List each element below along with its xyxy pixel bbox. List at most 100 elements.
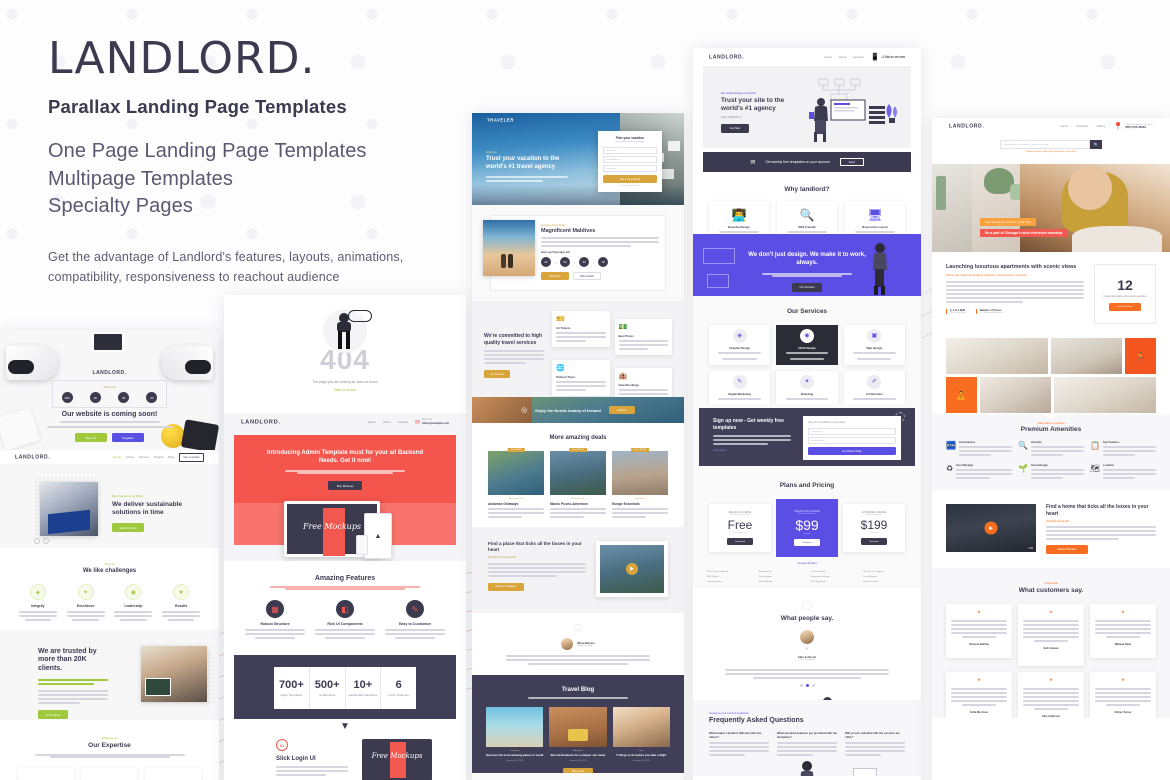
pricing-plan-featured[interactable]: SINGLE SITE LICENSE Best for freelancers… — [776, 499, 838, 557]
video-thumbnail[interactable]: ▶ 2:36 — [946, 504, 1036, 552]
nav-link[interactable]: About — [383, 420, 391, 424]
card-number: 12 — [1117, 276, 1133, 293]
faq-item[interactable]: What premium features are provided with … — [777, 731, 837, 758]
pricing-plan[interactable]: EXTENDED LICENSE Best for agencies $199 … — [843, 504, 905, 552]
countdown-unit: 00 — [579, 257, 590, 267]
nav-link[interactable]: Home — [1061, 124, 1068, 128]
nav-link[interactable]: Home — [368, 420, 376, 424]
section-more-deals: More amazing deals From $899 Adventure T… — [472, 423, 684, 527]
request-brochure-button[interactable]: Request Brochure — [1046, 545, 1088, 554]
agency-template-column[interactable]: LANDLORD. Home About Services 📱 Call Us … — [693, 48, 921, 780]
nav-cta-button[interactable]: Get a Quote — [179, 452, 204, 462]
get-quote-button[interactable]: Get a Free Quote — [603, 175, 657, 183]
service-card[interactable]: ▣ Web Design — [843, 325, 905, 365]
nav-link[interactable]: Service — [139, 455, 149, 459]
form-title: Plan your vacation — [615, 136, 645, 140]
service-card[interactable]: 🎫 Air Tickets — [552, 311, 610, 347]
deal-card[interactable]: From $1450 City Break Europe Essentials — [612, 448, 668, 520]
nav-link[interactable]: Amenities — [1076, 124, 1088, 128]
nav-link[interactable]: Project — [154, 455, 163, 459]
plan-button[interactable]: Purchase — [794, 539, 820, 546]
service-card[interactable]: 🌐 Tailored Tours — [552, 360, 610, 396]
nav-link[interactable]: Blog — [168, 455, 174, 459]
explore-button[interactable]: Explore — [608, 406, 635, 414]
form-field-destination[interactable]: Destination — [603, 165, 657, 172]
gallery-tile[interactable] — [1051, 338, 1123, 374]
service-card[interactable]: ✦ Branding — [776, 371, 838, 404]
faq-item[interactable]: Will you be satisfied with the services … — [845, 731, 905, 758]
real-estate-template-column[interactable]: LANDLORD. Home Amenities Gallery 📍 1425 … — [932, 118, 1170, 780]
blog-date: January 04, 2020 — [632, 759, 650, 762]
search-icon[interactable]: 🔍 — [1090, 140, 1102, 149]
testimonial-name: Alex Anderson — [1041, 715, 1061, 718]
nav-link[interactable]: Home — [113, 455, 121, 459]
quote-form[interactable]: Plan your vacation Get the best deals & … — [598, 131, 662, 192]
amenity-item: ♻ Zero Wastage — [946, 464, 1012, 481]
nav-link[interactable]: Contact — [398, 420, 408, 424]
section-what-customers-say: Testimonials What customers say. ❝ Vanes… — [932, 568, 1170, 718]
get-start-button[interactable]: Get Start — [721, 124, 749, 134]
section-travel-blog: Travel Blog Traveling Discover the most … — [472, 675, 684, 773]
nav-link[interactable]: About — [126, 455, 134, 459]
more-details-button[interactable]: More Details — [573, 272, 601, 280]
contact-value[interactable]: +1 (80) 82 445 6780 — [882, 56, 905, 60]
our-services-button[interactable]: Our Services — [792, 282, 822, 292]
gallery-tile[interactable] — [1054, 377, 1156, 413]
deal-card[interactable]: From $899 Adventure Tour Andaman Getaway… — [488, 448, 544, 520]
learn-more-link[interactable]: Learn More — [713, 449, 791, 452]
form-field-name[interactable]: Your Name — [603, 147, 657, 154]
deal-card[interactable]: From $1120 Heritage Tour Machu Picchu Ad… — [550, 448, 606, 520]
back-home-link[interactable]: Back to Home — [224, 388, 466, 392]
play-button-icon[interactable]: ▶ — [626, 563, 638, 575]
nav-link[interactable]: Services — [853, 55, 864, 59]
register-button[interactable]: Register — [112, 433, 144, 442]
corporate-template-column[interactable]: LANDLORD. Time Left 000 00 00 00 Our web… — [0, 330, 219, 780]
blog-card[interactable]: Adventure Best destinations for a camper… — [549, 707, 607, 762]
form-field-email[interactable]: Email Address — [603, 156, 657, 163]
book-now-button[interactable]: Book Now — [541, 272, 569, 280]
gallery-tile[interactable] — [946, 338, 1048, 374]
get-started-button[interactable]: Get Started Today — [808, 447, 896, 455]
play-button-icon[interactable]: ▶ — [984, 521, 998, 535]
nav-link[interactable]: About — [839, 55, 846, 59]
know-more-button[interactable]: Know More — [38, 710, 68, 720]
stats-band: 700+ Page Templates 500+ UI Elements 10+… — [234, 655, 456, 719]
travel-template-column[interactable]: TRAVELER Home Tours Deals Contact Welcom… — [472, 113, 684, 780]
service-card[interactable]: ✐ Art Direction — [843, 371, 905, 404]
plan-feature: Lifetime License — [863, 581, 879, 583]
plan-button[interactable]: Download — [727, 538, 753, 545]
floor-plan-card[interactable]: 12 Unique floor plans with custom amenit… — [1094, 264, 1156, 324]
blog-card[interactable]: Trips 5 things to do before you take a f… — [612, 707, 670, 762]
phone-value[interactable]: (855) 555-26846 — [1125, 125, 1153, 129]
service-card[interactable]: 🏨 Hotel Bookings — [614, 368, 672, 397]
gallery-icon-tile[interactable]: 🧘 — [946, 377, 977, 413]
contact-value[interactable]: hello@example.com — [422, 421, 449, 425]
faq-item[interactable]: What makes Landlord different than the o… — [709, 731, 769, 758]
service-card[interactable]: ✎ Digital Marketing — [709, 371, 771, 404]
our-services-button[interactable]: Our Services — [484, 370, 510, 378]
countdown-label: Hurry up! Few days left — [541, 251, 570, 254]
search-input[interactable]: Enter address, city, district, county or… — [1000, 140, 1090, 149]
discover-packages-button[interactable]: Discover Packages — [488, 582, 524, 591]
plan-button[interactable]: Purchase — [861, 538, 887, 545]
service-card-featured[interactable]: ◉ UI/UX Design — [776, 325, 838, 365]
admin-template-column[interactable]: 404 The page you are looking for was not… — [224, 295, 466, 780]
service-card[interactable]: ◈ Graphic Design — [709, 325, 771, 365]
nav-link[interactable]: Gallery — [1096, 124, 1105, 128]
send-button[interactable]: Send — [839, 158, 864, 166]
buy-mockup-button[interactable]: Buy Mockup — [328, 481, 362, 491]
blog-card[interactable]: Traveling Discover the most amazing plac… — [486, 707, 544, 762]
see-floor-plans-button[interactable]: See Floor Plans — [1109, 303, 1141, 312]
service-card[interactable]: 💵 Best Prices — [614, 319, 672, 355]
gallery-icon-tile[interactable]: 🏃 — [1125, 338, 1156, 374]
signup-form[interactable]: Get your templates in your inbox Your Na… — [803, 416, 901, 460]
form-field-email[interactable]: Email Address — [808, 437, 896, 444]
pricing-plan[interactable]: REGULAR LICENSE Perfect to get started F… — [709, 504, 771, 552]
countdown-label: Time Left — [103, 385, 116, 389]
nav-link[interactable]: Home — [824, 55, 831, 59]
signup-button[interactable]: Sign Up — [75, 433, 107, 442]
explore-button[interactable]: Explore Now — [112, 523, 144, 533]
headline-description: Get the advantage of Landlord's features… — [48, 249, 404, 285]
gallery-tile[interactable] — [979, 377, 1051, 413]
form-field-name[interactable]: Your Name — [808, 428, 896, 435]
